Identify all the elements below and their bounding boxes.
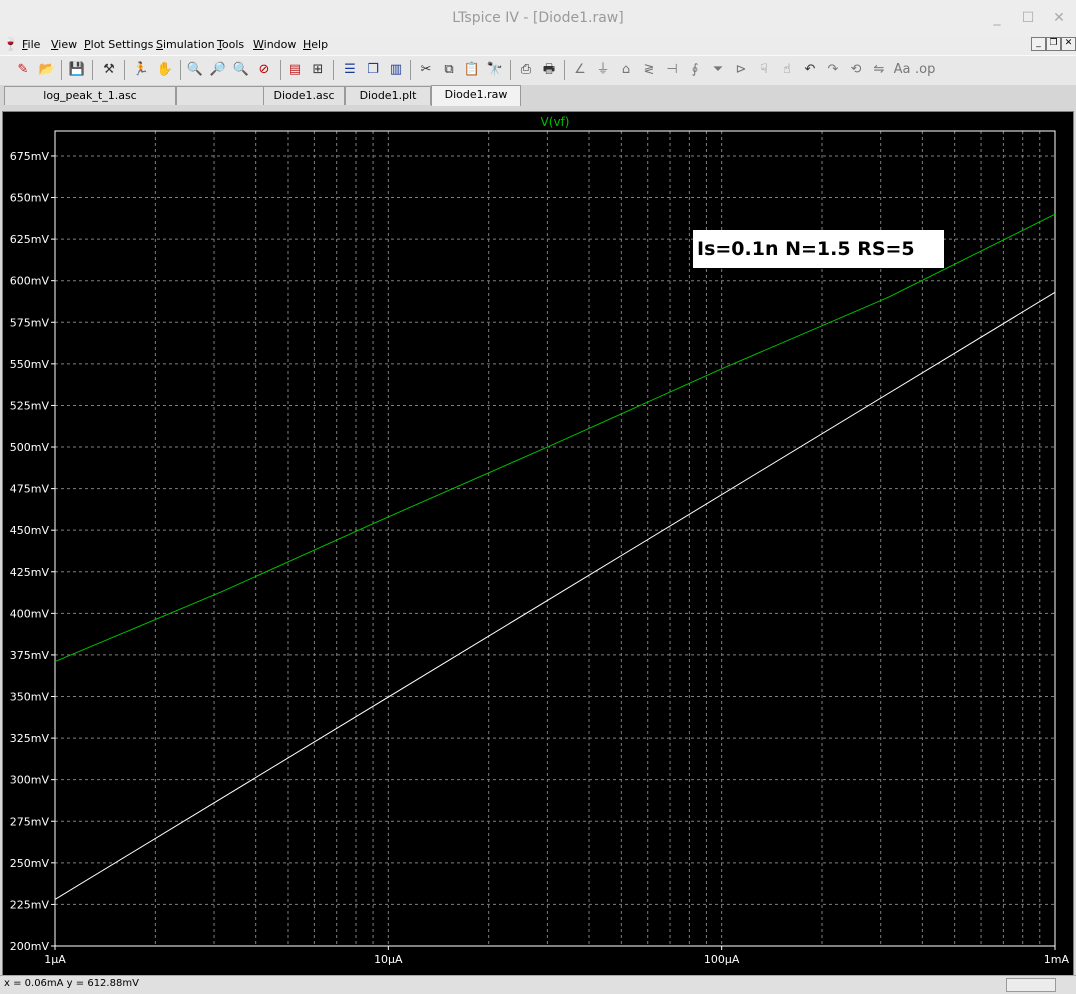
- x-tick-label: 1mA: [1044, 953, 1070, 966]
- mdi-minimize-icon[interactable]: _: [1031, 37, 1046, 51]
- tile-horizontal-icon[interactable]: ☰: [340, 60, 360, 80]
- diode-icon: ⏷: [712, 62, 724, 77]
- paste-icon[interactable]: 📋: [462, 60, 482, 80]
- y-tick-label: 275mV: [10, 815, 50, 828]
- tab-log-peak-t-1-asc[interactable]: log_peak_t_1.asc: [4, 86, 176, 105]
- print-preview-icon[interactable]: ⎙: [516, 60, 536, 80]
- mdi-restore-icon[interactable]: ❐: [1046, 37, 1061, 51]
- menu-simulation[interactable]: Simulation: [156, 38, 215, 51]
- y-tick-label: 575mV: [10, 316, 50, 329]
- y-tick-label: 250mV: [10, 857, 50, 870]
- maximize-button[interactable]: ☐: [1017, 8, 1039, 28]
- window-title: LTspice IV - [Diode1.raw]: [452, 10, 624, 26]
- run-icon[interactable]: 🏃: [131, 60, 151, 80]
- text-icon: Aa: [893, 62, 911, 77]
- plot-canvas[interactable]: 200mV 225mV 250mV 275mV 300mV 325mV 350mV 375mV…: [3, 112, 1073, 975]
- move-icon: ☟: [760, 62, 768, 77]
- tab-diode1-raw[interactable]: Diode1.raw: [431, 85, 521, 106]
- tab-diode1-asc[interactable]: Diode1.asc: [263, 86, 345, 105]
- menu-file[interactable]: File: [22, 38, 40, 51]
- window-titlebar: LTspice IV - [Diode1.raw] _ ☐ ✕: [0, 0, 1076, 37]
- trace-v-vf[interactable]: [54, 213, 1056, 663]
- y-tick-label: 500mV: [10, 441, 50, 454]
- redo-icon: ↷: [827, 62, 839, 77]
- menu-view[interactable]: View: [51, 38, 77, 51]
- mirror-icon: ⇋: [873, 62, 885, 77]
- y-tick-label: 475mV: [10, 483, 50, 496]
- copy-icon[interactable]: ⧉: [439, 60, 459, 80]
- x-tick-label: 100µA: [704, 953, 740, 966]
- y-tick-label: 625mV: [10, 233, 50, 246]
- app-icon[interactable]: 🍷: [3, 37, 18, 53]
- y-tick-label: 675mV: [10, 150, 50, 163]
- minimize-button[interactable]: _: [986, 8, 1008, 28]
- y-tick-label: 300mV: [10, 774, 50, 787]
- resistor-icon: ≷: [643, 62, 655, 77]
- capacitor-icon: ⊣: [666, 62, 678, 77]
- trace-white[interactable]: [54, 291, 1056, 900]
- find-icon[interactable]: 🔭: [485, 60, 505, 80]
- cut-icon[interactable]: ✂: [416, 60, 436, 80]
- y-tick-label: 550mV: [10, 358, 50, 371]
- cascade-icon[interactable]: ❐: [363, 60, 383, 80]
- control-panel-icon[interactable]: ⚒: [99, 60, 119, 80]
- print-icon[interactable]: 🖶: [539, 60, 559, 80]
- annotation-text: Is=0.1n N=1.5 RS=5: [697, 238, 915, 260]
- undo-icon[interactable]: ↶: [800, 60, 820, 80]
- save-icon[interactable]: 💾: [67, 60, 87, 80]
- pan-icon[interactable]: ✋: [155, 60, 175, 80]
- new-schematic-icon[interactable]: ✎: [13, 60, 33, 80]
- y-tick-label: 225mV: [10, 898, 50, 911]
- spice-directive-icon: .op: [915, 62, 936, 77]
- y-tick-label: 375mV: [10, 649, 50, 662]
- zoom-fit-icon[interactable]: 🔎: [208, 60, 228, 80]
- rotate-icon: ⟲: [850, 62, 862, 77]
- y-tick-label: 325mV: [10, 732, 50, 745]
- menu-bar: 🍷 File View Plot Settings Simulation Tools Wi…: [0, 36, 1076, 55]
- mdi-close-icon[interactable]: ✕: [1061, 37, 1076, 51]
- y-tick-label: 650mV: [10, 192, 50, 205]
- menu-help[interactable]: Help: [303, 38, 328, 51]
- y-tick-label: 600mV: [10, 275, 50, 288]
- document-tabs: log_peak_t_1.asc Diode1.asc Diode1.plt Diod…: [0, 85, 1076, 106]
- drag-icon: ☝: [783, 62, 791, 77]
- label-net-icon: ⌂: [621, 62, 631, 77]
- ground-icon: ⏚: [596, 62, 610, 77]
- zoom-out-icon[interactable]: 🔍: [231, 60, 251, 80]
- zoom-cancel-icon[interactable]: ⊘: [254, 60, 274, 80]
- tile-vertical-icon[interactable]: ▥: [386, 60, 406, 80]
- y-tick-label: 400mV: [10, 607, 50, 620]
- plot-window[interactable]: 200mV 225mV 250mV 275mV 300mV 325mV 350mV 375mV…: [2, 111, 1074, 976]
- toolbar: ✎ 📂 💾 ⚒ 🏃 ✋ 🔍 🔎 🔍 ⊘ ▤ ⊞ ☰ ❐ ▥ ✂ ⧉ 📋 🔭 ⎙ …: [0, 55, 1076, 86]
- status-bar: x = 0.06mA y = 612.88mV: [0, 975, 1076, 994]
- cursor-readout: x = 0.06mA y = 612.88mV: [4, 978, 139, 989]
- tab-blank-1[interactable]: [176, 86, 264, 105]
- inductor-icon: ∮: [691, 62, 699, 77]
- menu-plot-settings[interactable]: Plot Settings: [84, 38, 153, 51]
- y-tick-label: 200mV: [10, 940, 50, 953]
- zoom-in-icon[interactable]: 🔍: [185, 60, 205, 80]
- wire-icon: ∠: [574, 62, 586, 77]
- autorange-icon[interactable]: ▤: [285, 60, 305, 80]
- trace-label[interactable]: V(vf): [541, 115, 570, 129]
- menu-window[interactable]: Window: [253, 38, 296, 51]
- y-tick-label: 450mV: [10, 524, 50, 537]
- open-icon[interactable]: 📂: [37, 60, 57, 80]
- component-icon: ⊳: [735, 62, 747, 77]
- close-button[interactable]: ✕: [1048, 8, 1070, 28]
- y-tick-label: 525mV: [10, 399, 50, 412]
- y-tick-label: 350mV: [10, 691, 50, 704]
- x-tick-label: 10µA: [374, 953, 403, 966]
- grid-icon[interactable]: ⊞: [308, 60, 328, 80]
- x-tick-label: 1µA: [44, 953, 66, 966]
- menu-tools[interactable]: Tools: [217, 38, 244, 51]
- status-box: [1006, 978, 1056, 992]
- tab-diode1-plt[interactable]: Diode1.plt: [345, 86, 431, 105]
- y-tick-label: 425mV: [10, 566, 50, 579]
